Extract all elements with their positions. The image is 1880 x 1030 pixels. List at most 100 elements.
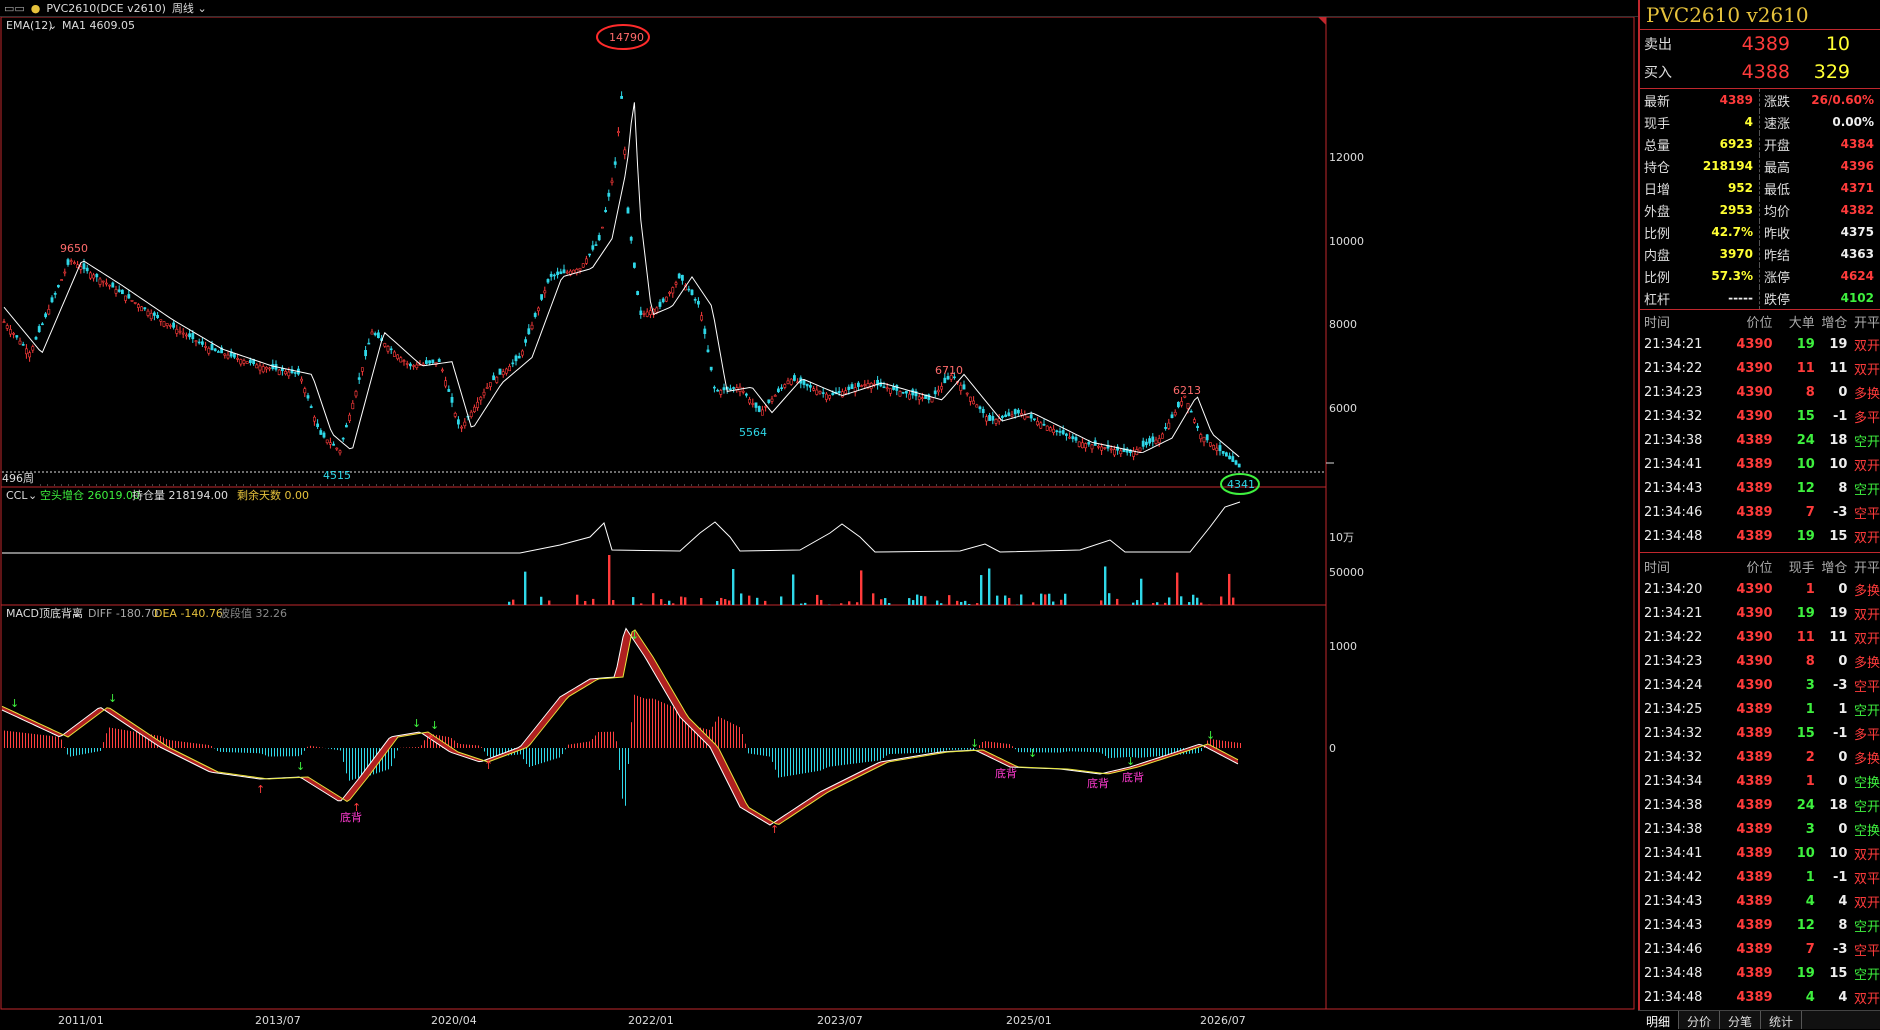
macd-bar bbox=[649, 699, 650, 748]
macd-bar bbox=[121, 730, 122, 748]
tick-time: 21:34:21 bbox=[1644, 337, 1721, 352]
instrument-name[interactable]: PVC2610(DCE v2610) bbox=[46, 2, 166, 15]
candle-body bbox=[1120, 451, 1122, 454]
kline-chart[interactable]: EMA(12) ⌄ MA1 4609.05 12000 10000 8000 6… bbox=[0, 17, 1636, 1029]
tick-row[interactable]: 21:34:4243891-1双平 bbox=[1640, 865, 1880, 889]
tick-price: 4389 bbox=[1721, 918, 1773, 933]
macd-chevron-icon[interactable]: ⌄ bbox=[72, 607, 81, 620]
tab-0[interactable]: 明细 bbox=[1638, 1011, 1679, 1029]
macd-bar bbox=[727, 721, 728, 748]
tick-row[interactable]: 21:34:4643897-3空平 bbox=[1640, 937, 1880, 961]
macd-bar bbox=[259, 748, 260, 753]
quote-value: ----- bbox=[1728, 291, 1753, 305]
macd-bar bbox=[241, 748, 242, 753]
tick-type: 空开 bbox=[1847, 431, 1880, 450]
quote-cell: 总量6923 bbox=[1640, 133, 1760, 155]
macd-bar bbox=[310, 746, 311, 748]
ema-label[interactable]: EMA(12) bbox=[6, 19, 53, 32]
tab-2[interactable]: 分笔 bbox=[1720, 1011, 1761, 1029]
quote-label: 均价 bbox=[1764, 201, 1790, 220]
tick-oi-change: 15 bbox=[1815, 529, 1848, 544]
tick-row[interactable]: 21:34:25438911空开 bbox=[1640, 697, 1880, 721]
tick-oi-change: -1 bbox=[1815, 870, 1848, 885]
tick-row[interactable]: 21:34:4143891010双开 bbox=[1640, 841, 1880, 865]
candle-body bbox=[630, 237, 632, 240]
tick-row[interactable]: 21:34:434389128空开 bbox=[1640, 913, 1880, 937]
macd-bar bbox=[676, 708, 677, 748]
tick-volume: 7 bbox=[1773, 942, 1815, 957]
tab-1[interactable]: 分价 bbox=[1679, 1011, 1720, 1029]
macd-bar bbox=[1237, 743, 1238, 748]
candle-body bbox=[1085, 443, 1087, 447]
ccl-chevron-icon[interactable]: ⌄ bbox=[28, 489, 37, 502]
tick-type: 双开 bbox=[1847, 628, 1880, 647]
candle-body bbox=[288, 372, 290, 376]
candle-body bbox=[544, 291, 546, 293]
candle-body bbox=[665, 297, 667, 301]
macd-bar bbox=[1165, 748, 1166, 756]
candle-body bbox=[1021, 413, 1023, 414]
candle-body bbox=[128, 294, 130, 298]
tick-row[interactable]: 21:34:38438930空换 bbox=[1640, 817, 1880, 841]
tick-type: 双开 bbox=[1847, 455, 1880, 474]
macd-bar bbox=[175, 741, 176, 748]
macd-bar bbox=[235, 748, 236, 752]
volume-bar bbox=[912, 600, 914, 605]
candle-body bbox=[486, 387, 488, 388]
macd-bar bbox=[1099, 748, 1100, 752]
tick-row[interactable]: 21:34:23439080多换 bbox=[1640, 380, 1880, 404]
ask-row[interactable]: 卖出 4389 10 bbox=[1640, 30, 1880, 58]
tick-oi-change: 19 bbox=[1815, 606, 1848, 621]
macd-bar bbox=[139, 733, 140, 748]
tick-row[interactable]: 21:34:2143901919双开 bbox=[1640, 601, 1880, 625]
tick-row[interactable]: 21:34:20439010多换 bbox=[1640, 577, 1880, 601]
tick-row[interactable]: 21:34:4643897-3空平 bbox=[1640, 500, 1880, 524]
tab-3[interactable]: 统计 bbox=[1761, 1011, 1802, 1029]
tick-row[interactable]: 21:34:32438920多换 bbox=[1640, 745, 1880, 769]
macd-bar bbox=[184, 742, 185, 748]
tick-row[interactable]: 21:34:2243901111双开 bbox=[1640, 625, 1880, 649]
macd-bar bbox=[232, 748, 233, 752]
period-selector[interactable]: 周线 ⌄ bbox=[172, 0, 207, 16]
ccl-short-increase: 空头增仓 26019.00 bbox=[40, 488, 140, 502]
candle-body bbox=[781, 388, 783, 389]
macd-bar bbox=[538, 748, 539, 764]
ccl-pane-border bbox=[1, 487, 1326, 605]
tick-row[interactable]: 21:34:3843892418空开 bbox=[1640, 793, 1880, 817]
menu-icon[interactable]: ▭▭ bbox=[4, 2, 25, 15]
macd-bar bbox=[1108, 748, 1109, 758]
tick-time: 21:34:24 bbox=[1644, 678, 1721, 693]
candle-body bbox=[1149, 439, 1151, 444]
ema-chevron-icon[interactable]: ⌄ bbox=[48, 19, 57, 32]
tick-row[interactable]: 21:34:2143901919双开 bbox=[1640, 332, 1880, 356]
tick-row[interactable]: 21:34:43438944双开 bbox=[1640, 889, 1880, 913]
bid-row[interactable]: 买入 4388 329 bbox=[1640, 58, 1880, 86]
y-tick: 8000 bbox=[1329, 318, 1357, 331]
tick-row[interactable]: 21:34:4843891915双开 bbox=[1640, 524, 1880, 548]
candle-body bbox=[601, 227, 603, 228]
candle-body bbox=[448, 389, 450, 391]
volume-bar bbox=[1156, 602, 1158, 605]
x-tick: 2022/01 bbox=[628, 1014, 674, 1027]
candle-body bbox=[176, 329, 178, 333]
ccl-label[interactable]: CCL bbox=[6, 489, 28, 502]
tick-row[interactable]: 21:34:32438915-1多平 bbox=[1640, 721, 1880, 745]
tick-row[interactable]: 21:34:48438944双开 bbox=[1640, 985, 1880, 1009]
tick-row[interactable]: 21:34:434389128空开 bbox=[1640, 476, 1880, 500]
tick-row[interactable]: 21:34:23439080多换 bbox=[1640, 649, 1880, 673]
candle-body bbox=[429, 361, 431, 364]
candle-body bbox=[336, 448, 338, 449]
tick-row[interactable]: 21:34:4843891915空开 bbox=[1640, 961, 1880, 985]
candle-body bbox=[118, 290, 120, 292]
tick-row[interactable]: 21:34:2243901111双开 bbox=[1640, 356, 1880, 380]
tick-row[interactable]: 21:34:3843892418空开 bbox=[1640, 428, 1880, 452]
tick-row[interactable]: 21:34:2443903-3空平 bbox=[1640, 673, 1880, 697]
macd-bar bbox=[334, 748, 335, 750]
macd-bar bbox=[955, 748, 956, 750]
quote-label: 日增 bbox=[1644, 179, 1670, 198]
macd-bar bbox=[331, 748, 332, 749]
tick-row[interactable]: 21:34:4143891010双开 bbox=[1640, 452, 1880, 476]
tick-row[interactable]: 21:34:32439015-1多平 bbox=[1640, 404, 1880, 428]
macd-bar bbox=[61, 740, 62, 748]
tick-row[interactable]: 21:34:34438910空换 bbox=[1640, 769, 1880, 793]
